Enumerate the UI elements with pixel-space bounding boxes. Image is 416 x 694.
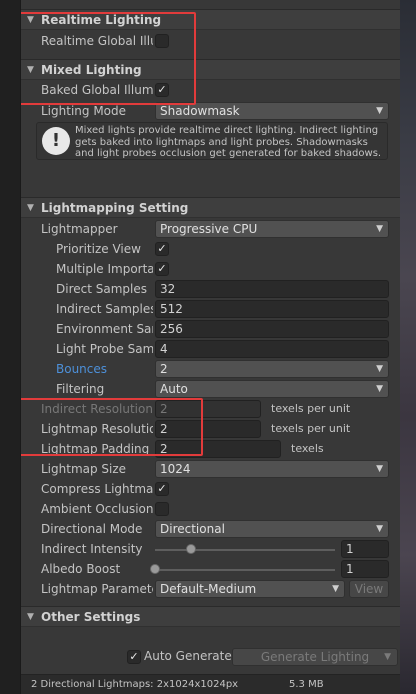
filtering-dropdown[interactable]: Auto ▼ [155, 380, 389, 398]
environment-samples-label: Environment Sam [56, 322, 153, 336]
indirect-intensity-label: Indirect Intensity [41, 542, 143, 556]
lightmap-stats-text: 2 Directional Lightmaps: 2x1024x1024px [31, 679, 239, 690]
albedo-boost-label: Albedo Boost [41, 562, 121, 576]
albedo-boost-field[interactable]: 1 [341, 560, 389, 578]
bounces-label[interactable]: Bounces [56, 361, 153, 378]
light-probe-samples-label: Light Probe Samp [56, 342, 153, 356]
fold-arrow-icon[interactable]: ▼ [27, 198, 34, 218]
lighting-mode-label: Lighting Mode [41, 104, 127, 118]
direct-samples-field[interactable]: 32 [155, 280, 389, 298]
multiple-importance-label: Multiple Importan [56, 262, 153, 276]
dropdown-value: 2 [160, 362, 168, 376]
dropdown-value: Shadowmask [160, 104, 240, 118]
indirect-intensity-field[interactable]: 1 [341, 540, 389, 558]
generate-footer: ✓ Auto Generate Generate Lighting ▼ [21, 644, 400, 670]
albedo-boost-slider-thumb[interactable] [150, 564, 160, 574]
dropdown-value: Progressive CPU [160, 222, 258, 236]
dropdown-value: 1024 [160, 462, 191, 476]
dropdown-value: Directional [160, 522, 225, 536]
chevron-down-icon: ▼ [376, 464, 383, 474]
lightmap-parameters-label: Lightmap Paramete [41, 582, 153, 596]
indirect-samples-label: Indirect Samples [56, 302, 153, 316]
light-probe-samples-field[interactable]: 4 [155, 340, 389, 358]
lightmap-padding-unit: texels [291, 442, 324, 455]
prioritize-view-checkbox[interactable]: ✓ [155, 242, 169, 256]
section-lightmapping-settings[interactable]: ▼ Lightmapping Setting [21, 197, 400, 218]
albedo-boost-slider-track[interactable] [155, 569, 335, 571]
chevron-down-icon: ▼ [376, 224, 383, 234]
left-dock-strip [0, 0, 21, 694]
ambient-occlusion-checkbox[interactable] [155, 502, 169, 516]
warning-icon: ! [42, 127, 70, 155]
lightmap-memory-text: 5.3 MB [289, 679, 324, 690]
compress-lightmaps-label: Compress Lightmap [41, 482, 153, 496]
chevron-down-icon: ▼ [376, 364, 383, 374]
indirect-samples-field[interactable]: 512 [155, 300, 389, 318]
view-parameters-button[interactable]: View [349, 580, 389, 598]
section-title: Lightmapping Setting [41, 201, 189, 215]
dropdown-value: Default-Medium [160, 582, 257, 596]
annotation-box-lighting [21, 12, 196, 105]
lightmap-resolution-unit: texels per unit [271, 422, 351, 435]
scene-view-edge [400, 0, 416, 694]
auto-generate-checkbox[interactable]: ✓ [127, 650, 141, 664]
multiple-importance-checkbox[interactable]: ✓ [155, 262, 169, 276]
prioritize-view-label: Prioritize View [56, 242, 141, 256]
help-text: Mixed lights provide realtime direct lig… [75, 125, 382, 159]
fold-arrow-icon[interactable]: ▼ [27, 607, 34, 627]
section-other-settings[interactable]: ▼ Other Settings [21, 606, 400, 627]
help-box: ! Mixed lights provide realtime direct l… [36, 122, 388, 160]
chevron-down-icon: ▼ [332, 584, 339, 594]
dropdown-value: Auto [160, 382, 188, 396]
section-title: Other Settings [41, 610, 141, 624]
directional-mode-dropdown[interactable]: Directional ▼ [155, 520, 389, 538]
filtering-label: Filtering [56, 382, 105, 396]
chevron-down-icon[interactable]: ▼ [384, 649, 391, 665]
lightmap-parameters-dropdown[interactable]: Default-Medium ▼ [155, 580, 345, 598]
annotation-box-resolution [21, 398, 203, 456]
direct-samples-label: Direct Samples [56, 282, 147, 296]
indirect-intensity-slider-thumb[interactable] [186, 544, 196, 554]
chevron-down-icon: ▼ [376, 524, 383, 534]
indirect-intensity-slider-track[interactable] [155, 549, 335, 551]
lighting-settings-panel: ▼ Realtime Lighting Realtime Global Illu… [21, 0, 400, 694]
lightmapper-label: Lightmapper [41, 222, 118, 236]
directional-mode-label: Directional Mode [41, 522, 143, 536]
chevron-down-icon: ▼ [376, 106, 383, 116]
auto-generate-label: Auto Generate [144, 649, 232, 663]
environment-samples-field[interactable]: 256 [155, 320, 389, 338]
status-bar: 2 Directional Lightmaps: 2x1024x1024px 5… [21, 674, 400, 694]
compress-lightmaps-checkbox[interactable]: ✓ [155, 482, 169, 496]
ambient-occlusion-label: Ambient Occlusion [41, 502, 153, 516]
chevron-down-icon: ▼ [376, 384, 383, 394]
lightmap-size-dropdown[interactable]: 1024 ▼ [155, 460, 389, 478]
lightmapper-dropdown[interactable]: Progressive CPU ▼ [155, 220, 389, 238]
bounces-dropdown[interactable]: 2 ▼ [155, 360, 389, 378]
indirect-resolution-unit: texels per unit [271, 402, 351, 415]
generate-lighting-label: Generate Lighting [260, 650, 370, 664]
generate-lighting-button[interactable]: Generate Lighting ▼ [232, 648, 398, 666]
lightmap-size-label: Lightmap Size [41, 462, 127, 476]
